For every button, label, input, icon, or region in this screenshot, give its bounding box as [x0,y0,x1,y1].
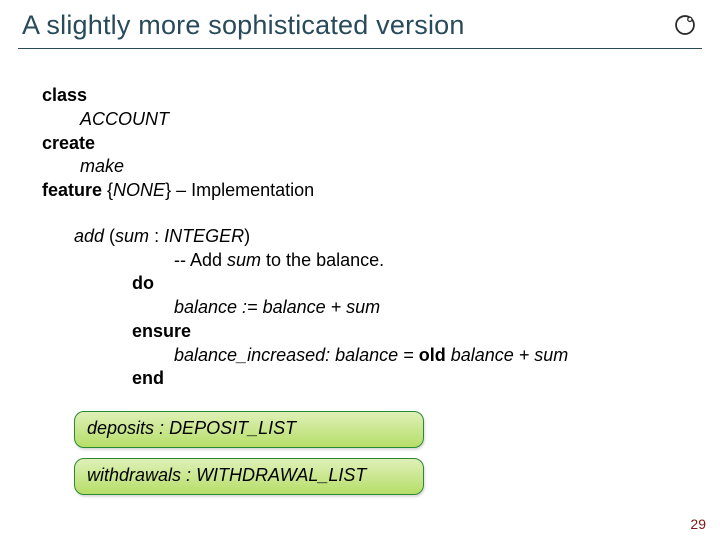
line-classname: ACCOUNT [42,108,694,132]
kw-ensure: ensure [132,321,191,341]
post-tag: balance_increased: [174,345,335,365]
withdrawals-type: WITHDRAWAL_LIST [196,465,366,485]
line-ensure: ensure [74,320,694,344]
title-underline [18,48,702,49]
callout-deposits: deposits : DEPOSIT_LIST [74,411,424,448]
feature-scope-open: { [102,180,113,200]
post-post: balance + sum [446,345,569,365]
sig-close: ) [244,226,250,246]
comment-prefix: -- Add [174,250,227,270]
routine-block: add (sum : INTEGER) -- Add sum to the ba… [42,225,694,391]
line-create: create [42,132,694,156]
kw-feature: feature [42,180,102,200]
routine-colon: : [154,226,164,246]
line-class: class [42,84,694,108]
routine-arg: sum [115,226,154,246]
class-name: ACCOUNT [80,109,169,129]
line-feature: feature {NONE} – Implementation [42,179,694,203]
feature-comment: – Implementation [171,180,314,200]
line-routine-sig: add (sum : INTEGER) [74,225,694,249]
kw-end: end [132,368,164,388]
create-proc: make [80,156,124,176]
line-make: make [42,155,694,179]
comment-tail: to the balance. [261,250,384,270]
deposits-type: DEPOSIT_LIST [169,418,296,438]
deposits-colon: : [159,418,169,438]
kw-create: create [42,133,95,153]
line-do: do [74,272,694,296]
line-body-stmt: balance := balance + sum [74,296,694,320]
kw-do: do [132,273,154,293]
line-end: end [74,367,694,391]
line-postcondition: balance_increased: balance = old balance… [74,344,694,368]
feature-scope-none: NONE [113,180,165,200]
page-title: A slightly more sophisticated version [22,10,465,41]
callout-withdrawals: withdrawals : WITHDRAWAL_LIST [74,458,424,495]
line-routine-comment: -- Add sum to the balance. [74,249,694,273]
callout-group: deposits : DEPOSIT_LIST withdrawals : WI… [42,411,694,495]
title-row: A slightly more sophisticated version [22,10,698,41]
comment-var: sum [227,250,261,270]
page-number: 29 [690,516,706,532]
kw-class: class [42,85,87,105]
routine-type: INTEGER [164,226,244,246]
deposits-name: deposits [87,418,159,438]
code-body: class ACCOUNT create make feature {NONE}… [42,84,694,505]
post-pre: balance = [335,345,419,365]
withdrawals-colon: : [186,465,196,485]
slide: A slightly more sophisticated version cl… [0,0,720,540]
withdrawals-name: withdrawals [87,465,186,485]
routine-name: add [74,226,109,246]
ring-logo-icon [672,12,698,38]
kw-old: old [419,345,446,365]
